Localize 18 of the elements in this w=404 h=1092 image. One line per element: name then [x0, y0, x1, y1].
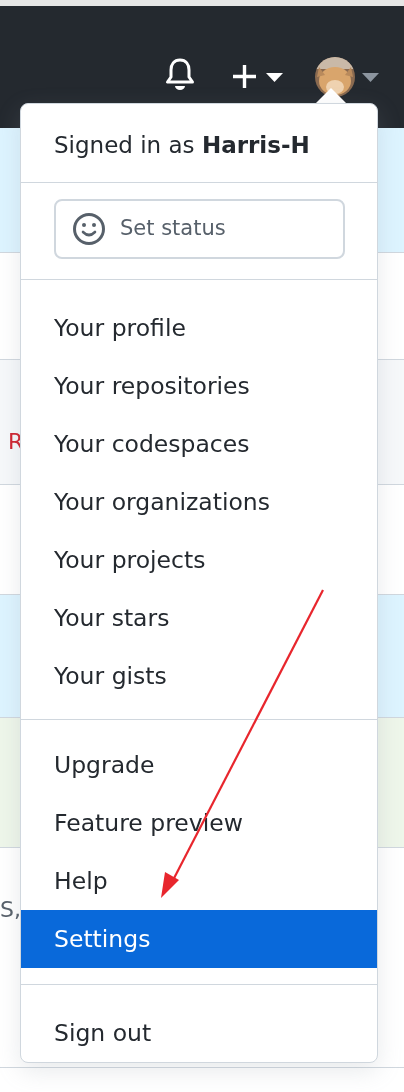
menu-item[interactable]: Your gists: [21, 646, 377, 705]
menu-item[interactable]: Upgrade: [21, 735, 377, 794]
page-text: S,: [0, 896, 21, 924]
menu-item[interactable]: Settings: [21, 909, 377, 968]
signed-in-text: Signed in as Harris-H: [53, 131, 311, 160]
menu-item[interactable]: Your repositories: [21, 356, 377, 415]
menu-item[interactable]: Your organizations: [21, 472, 377, 531]
set-status-button[interactable]: Set status: [54, 198, 345, 259]
menu-item[interactable]: Help: [21, 851, 377, 910]
menu-item[interactable]: Your codespaces: [21, 414, 377, 473]
menu-item[interactable]: Your profile: [21, 298, 377, 357]
bell-icon[interactable]: [165, 57, 195, 91]
smiley-icon: [72, 211, 106, 246]
caret-icon[interactable]: [266, 73, 283, 82]
plus-icon[interactable]: [232, 64, 257, 89]
menu-item[interactable]: Your stars: [21, 588, 377, 647]
menu-item[interactable]: Your projects: [21, 530, 377, 589]
menu-item[interactable]: Sign out: [21, 1003, 377, 1062]
